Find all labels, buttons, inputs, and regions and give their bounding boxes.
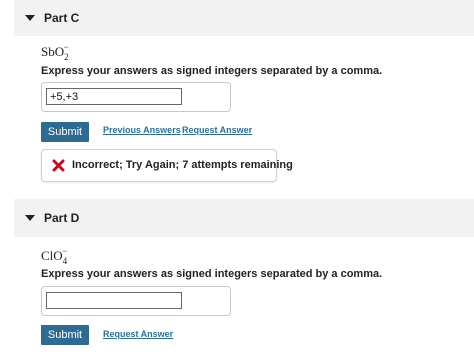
formula-base: ClO xyxy=(41,248,63,263)
caret-down-icon[interactable] xyxy=(25,215,35,221)
part-d-answer-box xyxy=(41,286,231,316)
part-c-formula: SbO2− xyxy=(41,42,69,62)
part-d-header[interactable]: Part D xyxy=(14,199,474,237)
caret-down-icon[interactable] xyxy=(25,15,35,21)
x-icon xyxy=(52,159,65,172)
formula-subscript: 2 xyxy=(64,52,69,62)
feedback-box: Incorrect; Try Again; 7 attempts remaini… xyxy=(41,149,293,182)
part-c-instructions: Express your answers as signed integers … xyxy=(41,65,383,77)
part-c-answer-input[interactable] xyxy=(46,88,182,105)
part-d-answer-input[interactable] xyxy=(46,292,182,309)
part-c-request-answer-link[interactable]: Request Answer xyxy=(182,125,252,135)
part-c-submit-button[interactable]: Submit xyxy=(41,122,89,142)
part-c-answer-box xyxy=(41,82,231,112)
previous-answers-link[interactable]: Previous Answers xyxy=(103,125,181,135)
part-d-instructions: Express your answers as signed integers … xyxy=(41,268,383,280)
formula-superscript: − xyxy=(62,246,68,256)
formula-superscript: − xyxy=(63,42,69,52)
part-d-title: Part D xyxy=(44,211,80,225)
formula-subscript: 4 xyxy=(62,256,68,266)
part-d-submit-button[interactable]: Submit xyxy=(41,325,89,345)
part-d-request-answer-link[interactable]: Request Answer xyxy=(103,329,173,339)
part-c-title: Part C xyxy=(44,11,80,25)
part-c-header[interactable]: Part C xyxy=(14,0,474,36)
part-d-formula: ClO4− xyxy=(41,246,68,266)
formula-base: SbO xyxy=(41,44,65,59)
feedback-text: Incorrect; Try Again; 7 attempts remaini… xyxy=(72,159,293,171)
